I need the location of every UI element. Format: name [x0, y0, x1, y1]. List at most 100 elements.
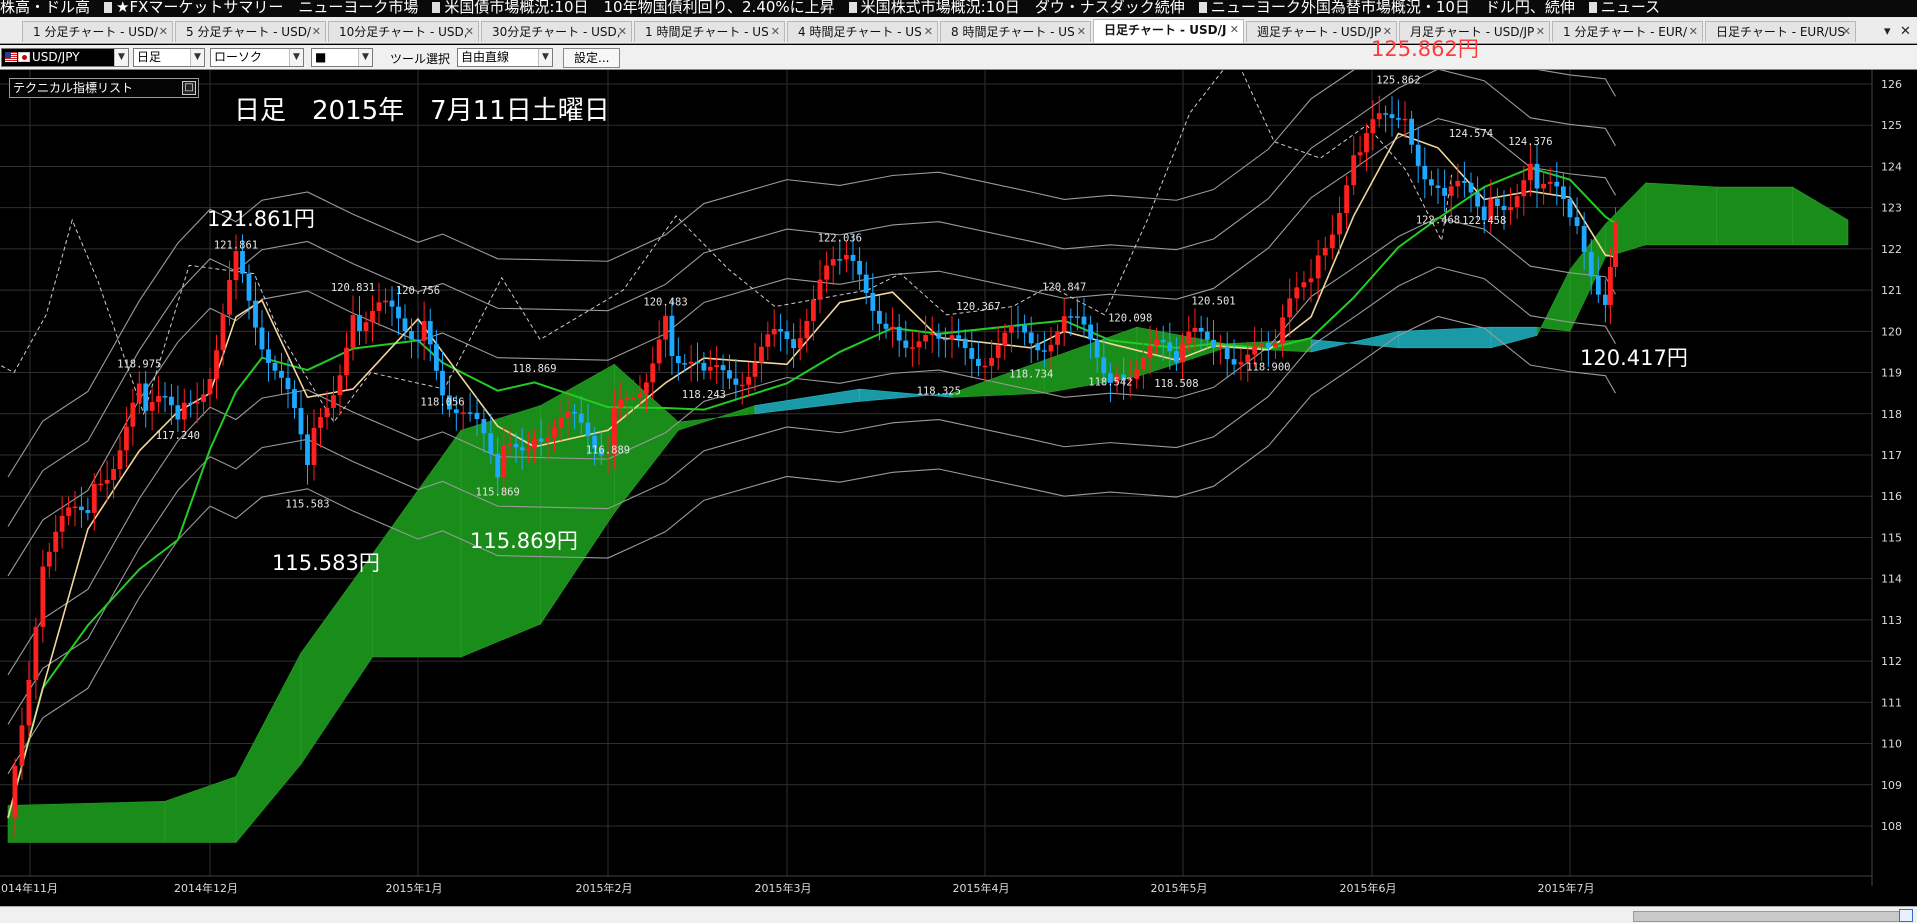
x-tick-label: 2015年6月	[1340, 881, 1397, 895]
candle-body	[279, 370, 284, 378]
technical-indicator-list[interactable]: テクニカル指標リスト □	[9, 78, 199, 98]
candle-body	[995, 345, 1001, 358]
tab-chart-5[interactable]: 1 時間足チャート - US ✕	[634, 21, 785, 42]
resize-icon[interactable]	[1899, 909, 1913, 922]
news-icon	[1198, 2, 1207, 13]
candle-body	[1015, 325, 1021, 327]
candle-body	[175, 405, 181, 420]
price-label: 115.583	[285, 498, 329, 510]
tab-close-icon[interactable]: ✕	[1077, 22, 1086, 42]
horizontal-scrollbar[interactable]	[0, 906, 1917, 923]
candle-body	[1357, 152, 1363, 156]
candle-body	[1141, 357, 1146, 370]
tab-chart-7[interactable]: 8 時間足チャート - US ✕	[940, 21, 1091, 42]
candle-body	[552, 428, 557, 438]
tab-close-icon[interactable]: ✕	[1536, 22, 1545, 42]
tab-close-icon[interactable]: ✕	[312, 22, 321, 42]
x-tick-label: 2015年1月	[386, 881, 443, 895]
candle-body	[40, 566, 46, 627]
candle-body	[695, 361, 700, 364]
candle-body	[233, 251, 239, 281]
candle-body	[1287, 298, 1293, 318]
candle-body	[1204, 331, 1210, 340]
tab-close-icon[interactable]: ✕	[1230, 20, 1239, 40]
tab-close-icon[interactable]: ✕	[771, 22, 780, 42]
candle-body	[1238, 362, 1244, 365]
drawing-tool-select[interactable]: 自由直線 ▼	[457, 48, 553, 67]
tab-close-icon[interactable]: ✕	[618, 22, 627, 42]
candle-body	[1101, 357, 1107, 374]
candle-body	[1167, 342, 1173, 352]
y-tick-label: 115	[1881, 531, 1902, 544]
candle-body	[46, 551, 52, 567]
candle-body	[1273, 342, 1278, 348]
tab-close-icon[interactable]: ✕	[159, 22, 168, 42]
price-label: 118.542	[1088, 376, 1132, 388]
tab-close-icon[interactable]: ✕	[924, 22, 933, 42]
news-icon	[848, 2, 857, 13]
bollinger-band-line	[7, 315, 1616, 775]
tab-label: 1 分足チャート - EUR/	[1563, 25, 1688, 39]
price-label: 115.869	[476, 487, 520, 499]
candle-body	[85, 510, 91, 513]
tab-chart-6[interactable]: 4 時間足チャート - US ✕	[787, 21, 938, 42]
chart-type-select[interactable]: ローソク ▼	[210, 48, 304, 67]
y-tick-label: 111	[1881, 696, 1902, 709]
ticker-item[interactable]: ニュース	[1588, 0, 1660, 15]
candle-body	[824, 265, 829, 280]
candle-body	[1028, 332, 1034, 344]
timeframe-select[interactable]: 日足 ▼	[133, 48, 205, 67]
scrollbar-thumb[interactable]	[1633, 911, 1903, 922]
ichimoku-cloud-segment	[1645, 182, 1717, 246]
candle-body	[1147, 345, 1153, 358]
ticker-text: 米国債市場概況:10日 10年物国債利回り、2.40%に上昇	[444, 0, 835, 16]
ticker-item[interactable]: ニューヨーク外国為替市場概況・10日 ドル円、続伸	[1198, 0, 1575, 15]
tab-chart-4[interactable]: 30分足チャート - USD, ✕	[481, 21, 632, 42]
ticker-item[interactable]: ★FXマーケットサマリー ニューヨーク市場	[104, 0, 418, 15]
tab-label: 30分足チャート - USD,	[492, 25, 621, 39]
marker-select[interactable]: ■ ▼	[311, 48, 373, 67]
candle-body	[1528, 163, 1533, 181]
candle-body	[929, 333, 935, 336]
tab-chart-2[interactable]: 5 分足チャート - USD/✕	[175, 21, 326, 42]
ichimoku-cloud-segment	[1490, 326, 1538, 349]
callout-low-1: 115.583円	[272, 551, 380, 575]
ichimoku-cloud-segment	[540, 363, 615, 626]
x-tick-label: 2014年11月	[0, 881, 58, 895]
ichimoku-cloud-segment	[1398, 326, 1492, 349]
chart-area[interactable]: 126 125 124 123 122 121 120 119 118 117 116 115 114 1…	[0, 37, 1917, 906]
candle-body	[363, 322, 369, 332]
expand-icon[interactable]: □	[182, 81, 196, 95]
candle-body	[370, 310, 375, 323]
price-chart[interactable]: 126 125 124 123 122 121 120 119 118 117 116 115 114 1…	[0, 70, 1917, 906]
candle-body	[1602, 294, 1608, 305]
ticker-item[interactable]: 株高・ドル高	[0, 0, 90, 15]
y-tick-label: 109	[1881, 779, 1902, 792]
jp-flag-icon	[18, 52, 30, 62]
tab-chart-12[interactable]: 日足チャート - EUR/US ✕	[1705, 21, 1856, 42]
tab-label: 1 分足チャート - USD/	[33, 25, 158, 39]
tab-close-icon[interactable]: ✕	[465, 22, 474, 42]
symbol-select[interactable]: USD/JPY ▼	[1, 48, 129, 67]
tab-chart-3[interactable]: 10分足チャート - USD, ✕	[328, 21, 479, 42]
tab-close-icon[interactable]: ✕	[1689, 22, 1698, 42]
candle-body	[220, 314, 226, 351]
tab-close-all-icon[interactable]: ✕	[1900, 24, 1911, 39]
tab-menu-icon[interactable]: ▾	[1884, 24, 1891, 39]
candle-body	[883, 323, 889, 329]
y-tick-label: 120	[1881, 325, 1902, 338]
callout-high-top: 125.862円	[1371, 37, 1479, 61]
candle-body	[545, 437, 551, 442]
candle-body	[1574, 217, 1580, 226]
candle-body	[344, 347, 349, 376]
tab-chart-11[interactable]: 1 分足チャート - EUR/✕	[1552, 21, 1703, 42]
tab-chart-8[interactable]: 日足チャート - USD/J ✕	[1093, 19, 1244, 43]
tab-chart-1[interactable]: 1 分足チャート - USD/✕	[22, 21, 173, 42]
tab-label: 日足チャート - EUR/US	[1716, 25, 1845, 39]
candle-body	[707, 366, 713, 371]
ticker-item[interactable]: 米国債市場概況:10日 10年物国債利回り、2.40%に上昇	[432, 0, 835, 16]
settings-button[interactable]: 設定...	[563, 48, 621, 68]
candle-body	[1009, 325, 1014, 333]
ticker-item[interactable]: 米国株式市場概況:10日 ダウ・ナスダック続伸	[848, 0, 1185, 15]
tab-close-icon[interactable]: ✕	[1842, 22, 1851, 42]
